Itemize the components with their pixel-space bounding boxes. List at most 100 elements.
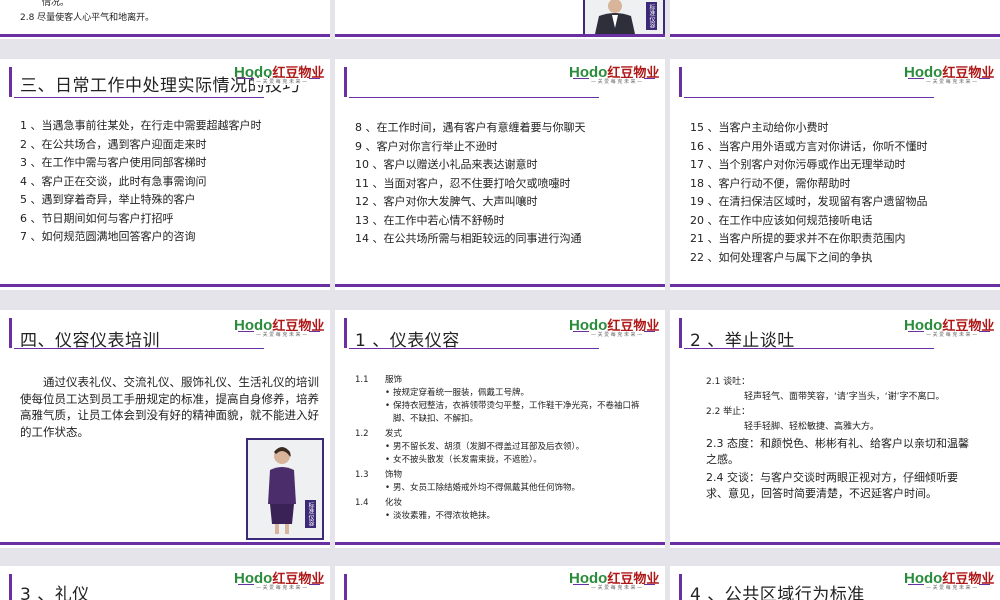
- list-item: 1 、当遇急事前往某处，在行走中需要超越客户时: [20, 119, 262, 132]
- manner-attitude: 2.3 态度：和颜悦色、彬彬有礼、给客户以亲切和温馨之感。: [706, 437, 969, 466]
- list-item: 4 、客户正在交谈，此时有急事需询问: [20, 174, 207, 188]
- brand-logo: Hodo红豆物业 — 关 爱 每 克 未 来 —: [569, 62, 659, 86]
- slide-title: 3 、礼仪: [20, 585, 90, 600]
- slide-top-right: [670, 0, 1000, 39]
- slide-etiquette: 3 、礼仪 Hodo红豆物业 — 关 爱 每 克 未 来 —: [0, 566, 330, 600]
- brand-logo: Hodo红豆物业 — 关 爱 每 克 未 来 —: [904, 62, 994, 86]
- bullet-item: 保持衣冠整洁，衣裤领带烫匀平整，工作鞋干净光亮，不卷袖口裤脚、不缺扣、不解扣。: [355, 400, 655, 426]
- slide-bottom-mid: Hodo红豆物业 — 关 爱 每 克 未 来 —: [335, 566, 665, 600]
- bullet-item: 男不留长发、胡须（发脚不得盖过耳部及后衣领）。: [355, 441, 655, 454]
- manner-behavior-heading: 2.2 举止：: [706, 407, 751, 417]
- logo-tagline: — 关 爱 每 克 未 来 —: [254, 78, 310, 85]
- brand-logo: Hodo红豆物业 — 关 爱 每 克 未 来 —: [569, 568, 659, 592]
- staff-photo-male: 标准仪容: [583, 0, 665, 36]
- list-item: 9 、客户对你言行举止不逊时: [355, 139, 498, 153]
- text-continuation: 情况。: [42, 0, 70, 8]
- list-item: 13 、在工作中若心情不舒畅时: [355, 213, 505, 227]
- manner-speech-body: 轻声轻气、面带笑容，‘请’字当头，‘谢’字不离口。: [744, 392, 945, 402]
- brand-logo: Hodo红豆物业 — 关 爱 每 克 未 来 —: [234, 62, 324, 86]
- logo-tagline: — 关 爱 每 克 未 来 —: [254, 584, 310, 591]
- accent-bar: [679, 318, 682, 348]
- divider: [0, 284, 330, 287]
- list-item: 19 、在清扫保洁区域时，发现留有客户遗留物品: [690, 195, 928, 208]
- divider: [0, 34, 330, 37]
- photo-tag: 标准仪容: [646, 2, 657, 30]
- brand-logo: Hodo红豆物业 — 关 爱 每 克 未 来 —: [234, 315, 324, 339]
- title-underline: [349, 348, 599, 349]
- slide-right-list: Hodo红豆物业 — 关 爱 每 克 未 来 — 15 、当客户主动给你小费时 …: [670, 59, 1000, 290]
- list-item: 15 、当客户主动给你小费时: [690, 121, 829, 134]
- accent-bar: [9, 574, 12, 600]
- photo-tag: 标准仪容: [305, 500, 316, 528]
- list-item: 3 、在工作中需与客户使用同部客梯时: [20, 156, 207, 169]
- logo-tagline: — 关 爱 每 克 未 来 —: [924, 78, 980, 85]
- list-item: 21 、当客户所提的要求并不在你职责范围内: [690, 232, 906, 245]
- slide-appearance: 四、仪容仪表培训 Hodo红豆物业 — 关 爱 每 克 未 来 — 通过仪表礼仪…: [0, 310, 330, 548]
- bullet-item: 淡妆素雅，不得浓妆艳抹。: [355, 510, 655, 523]
- list-item: 16 、当客户用外语或方言对你讲话，你听不懂时: [690, 139, 928, 153]
- slide-public-area: 4 、公共区域行为标准 Hodo红豆物业 — 关 爱 每 克 未 来 —: [670, 566, 1000, 600]
- section-heading: 1.3 饰物: [355, 470, 403, 480]
- divider: [670, 542, 1000, 545]
- list-item: 2 、在公共场合，遇到客户迎面走来时: [20, 137, 207, 151]
- brand-logo: Hodo红豆物业 — 关 爱 每 克 未 来 —: [569, 315, 659, 339]
- accent-bar: [9, 67, 12, 97]
- list-item: 22 、如何处理客户与属下之间的争执: [690, 250, 873, 264]
- divider: [670, 284, 1000, 287]
- slide-manner: 2 、举止谈吐 Hodo红豆物业 — 关 爱 每 克 未 来 — 2.1 谈吐：…: [670, 310, 1000, 548]
- brand-logo: Hodo红豆物业 — 关 爱 每 克 未 来 —: [234, 568, 324, 592]
- list-item: 7 、如何规范圆满地回答客户的咨询: [20, 230, 196, 243]
- intro-paragraph: 通过仪表礼仪、交流礼仪、服饰礼仪、生活礼仪的培训使每位员工达到员工手册规定的标准…: [20, 375, 319, 439]
- manner-speech-heading: 2.1 谈吐：: [706, 377, 751, 387]
- list-item: 8 、在工作时间，遇有客户有意缠着要与你聊天: [355, 121, 586, 134]
- title-underline: [349, 97, 599, 98]
- accent-bar: [679, 574, 682, 600]
- list-item: 11 、当面对客户，忍不住要打哈欠或喷嚏时: [355, 176, 571, 190]
- list-item: 17 、当个别客户对你污辱或作出无理举动时: [690, 158, 906, 171]
- bullet-item: 男、女员工除结婚戒外均不得佩戴其他任何饰物。: [355, 482, 655, 495]
- list-item: 10 、客户以赠送小礼品来表达谢意时: [355, 158, 538, 171]
- slide-top-mid: 标准仪容: [335, 0, 665, 39]
- logo-tagline: — 关 爱 每 克 未 来 —: [254, 331, 310, 338]
- list-item: 18 、客户行动不便，需你帮助时: [690, 176, 851, 190]
- title-underline: [684, 97, 934, 98]
- list-item: 14 、在公共场所需与相距较远的同事进行沟通: [355, 232, 582, 245]
- title-underline: [14, 348, 264, 349]
- divider: [670, 34, 1000, 37]
- situations-list: 8 、在工作时间，遇有客户有意缠着要与你聊天 9 、客户对你言行举止不逊时 10…: [355, 119, 586, 249]
- divider: [335, 284, 665, 287]
- bullet-item: 女不披头散发（长发需束拢，不遮脸）。: [355, 454, 655, 467]
- skills-list: 1 、当遇急事前往某处，在行走中需要超越客户时 2 、在公共场合，遇到客户迎面走…: [20, 117, 262, 247]
- accent-bar: [9, 318, 12, 348]
- manner-behavior-body: 轻手轻脚、轻松敏捷、高雅大方。: [744, 422, 880, 432]
- brand-logo: Hodo红豆物业 — 关 爱 每 克 未 来 —: [904, 568, 994, 592]
- divider: [0, 542, 330, 545]
- section-heading: 1.2 发式: [355, 429, 403, 439]
- title-underline: [684, 348, 934, 349]
- list-item: 6 、节日期间如何与客户打招呼: [20, 211, 174, 225]
- situations-list-2: 15 、当客户主动给你小费时 16 、当客户用外语或方言对你讲话，你听不懂时 1…: [690, 119, 928, 267]
- slide-dress: 1 、仪表仪容 Hodo红豆物业 — 关 爱 每 克 未 来 — 1.1服饰 按…: [335, 310, 665, 548]
- section-heading: 1.1 服饰: [355, 375, 403, 385]
- bullet-item: 按规定穿着统一服装，佩戴工号牌。: [355, 387, 655, 400]
- staff-photo-female: 标准仪容: [246, 438, 324, 540]
- brand-logo: Hodo红豆物业 — 关 爱 每 克 未 来 —: [904, 315, 994, 339]
- slide-mid-list: Hodo红豆物业 — 关 爱 每 克 未 来 — 8 、在工作时间，遇有客户有意…: [335, 59, 665, 290]
- divider: [335, 542, 665, 545]
- accent-bar: [344, 318, 347, 348]
- divider: [335, 34, 665, 37]
- section-heading: 1.4 化妆: [355, 498, 403, 508]
- text-item-2-8: 2.8 尽量使客人心平气和地离开。: [20, 13, 155, 23]
- logo-tagline: — 关 爱 每 克 未 来 —: [924, 331, 980, 338]
- slide-top-left: 情况。 2.8 尽量使客人心平气和地离开。: [0, 0, 330, 39]
- title-underline: [14, 97, 264, 98]
- logo-tagline: — 关 爱 每 克 未 来 —: [589, 78, 645, 85]
- accent-bar: [344, 67, 347, 97]
- logo-tagline: — 关 爱 每 克 未 来 —: [924, 584, 980, 591]
- logo-tagline: — 关 爱 每 克 未 来 —: [589, 331, 645, 338]
- slide-title: 4 、公共区域行为标准: [690, 585, 865, 600]
- accent-bar: [344, 574, 347, 600]
- manner-conversation: 2.4 交谈：与客户交谈时两眼正视对方，仔细倾听要求、意见，回答时简要清楚，不迟…: [706, 471, 958, 500]
- dress-rules: 1.1服饰 按规定穿着统一服装，佩戴工号牌。 保持衣冠整洁，衣裤领带烫匀平整，工…: [355, 372, 655, 523]
- list-item: 20 、在工作中应该如何规范接听电话: [690, 213, 873, 227]
